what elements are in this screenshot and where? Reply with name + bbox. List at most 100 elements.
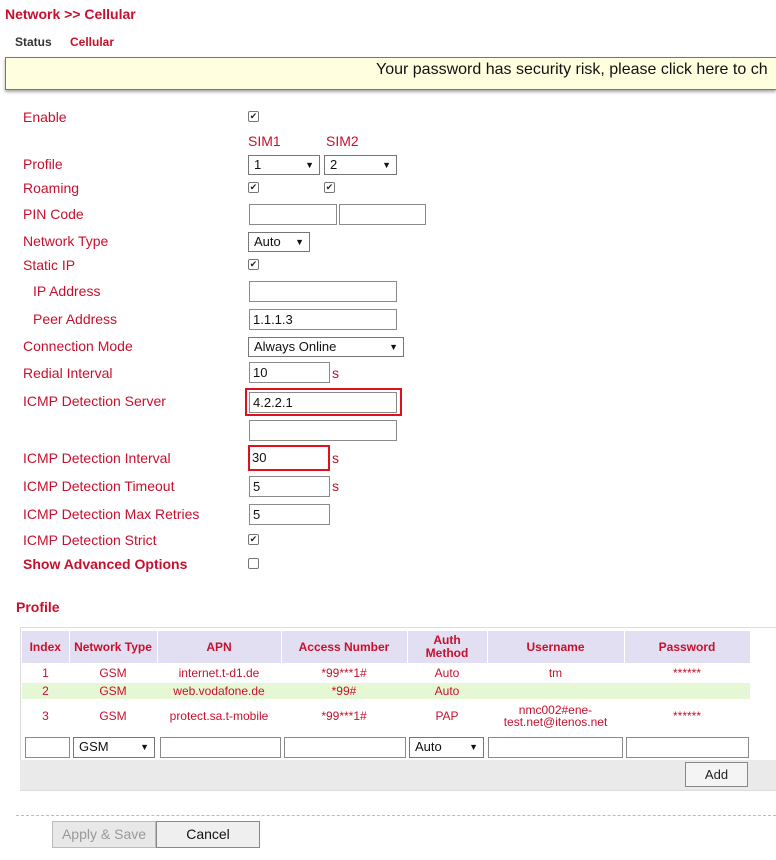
table-cell: 2 <box>22 683 69 699</box>
chevron-down-icon: ▼ <box>389 342 398 352</box>
icmp-strict-label: ICMP Detection Strict <box>23 532 157 548</box>
table-cell <box>487 683 624 699</box>
table-cell: 1 <box>42 666 49 680</box>
table-cell: *99# <box>281 683 407 699</box>
profile-section-title: Profile <box>16 599 60 615</box>
icmp-interval-input[interactable]: 30 <box>251 448 327 468</box>
table-cell: *99***1# <box>321 666 367 680</box>
new-access-number-input[interactable] <box>284 737 406 758</box>
ip-address-input[interactable] <box>249 281 397 302</box>
sim1-header: SIM1 <box>248 133 281 149</box>
table-cell: ****** <box>672 709 702 723</box>
pin-code-label: PIN Code <box>23 206 84 222</box>
profile-table: Index Network Type APN Access Number Aut… <box>22 631 751 733</box>
new-auth-method-select[interactable]: Auto ▼ <box>409 737 484 758</box>
table-cell: PAP <box>435 709 459 723</box>
security-warning-banner[interactable]: Your password has security risk, please … <box>5 57 776 90</box>
banner-text: Your password has security risk, please … <box>376 61 768 78</box>
pin-code-sim2-input[interactable] <box>339 204 426 225</box>
breadcrumb: Network >> Cellular <box>5 6 136 22</box>
static-ip-label: Static IP <box>23 257 76 273</box>
enable-label: Enable <box>23 109 67 125</box>
ip-address-label: IP Address <box>33 283 101 299</box>
table-cell: web.vodafone.de <box>157 683 281 699</box>
table-row[interactable]: 2 GSM web.vodafone.de *99# Auto <box>22 683 750 699</box>
icmp-retries-input[interactable]: 5 <box>249 504 330 525</box>
column-header: Auth Method <box>407 631 488 663</box>
table-footer-bar <box>20 760 776 790</box>
cancel-button[interactable]: Cancel <box>156 821 260 848</box>
roaming-sim1-checkbox[interactable]: ✔ <box>248 182 259 193</box>
table-row[interactable]: 1 GSM internet.t-d1.de *99***1# Auto tm … <box>22 663 750 683</box>
new-apn-input[interactable] <box>160 737 281 758</box>
connection-mode-value: Always Online <box>254 339 337 354</box>
table-cell: internet.t-d1.de <box>178 666 260 680</box>
table-cell: *99***1# <box>321 709 367 723</box>
profile-sim1-value: 1 <box>254 157 262 172</box>
show-advanced-checkbox[interactable] <box>248 558 259 569</box>
table-row[interactable]: 3 GSM protect.sa.t-mobile *99***1# PAP n… <box>22 699 750 733</box>
profile-sim1-select[interactable]: 1 ▼ <box>248 155 320 175</box>
table-header-row: Index Network Type APN Access Number Aut… <box>22 631 751 663</box>
icmp-server-secondary-input[interactable] <box>249 420 397 441</box>
pin-code-sim1-input[interactable] <box>249 204 337 225</box>
redial-interval-label: Redial Interval <box>23 365 113 381</box>
chevron-down-icon: ▼ <box>140 742 149 752</box>
icmp-server-label: ICMP Detection Server <box>23 393 166 409</box>
sim2-header: SIM2 <box>326 133 359 149</box>
table-cell: GSM <box>99 709 127 723</box>
connection-mode-select[interactable]: Always Online ▼ <box>248 337 404 357</box>
icmp-timeout-label: ICMP Detection Timeout <box>23 478 175 494</box>
divider <box>16 815 776 816</box>
redial-interval-unit: s <box>332 365 339 381</box>
chevron-down-icon: ▼ <box>295 237 304 247</box>
redial-interval-input[interactable]: 10 <box>249 362 330 383</box>
column-header: Username <box>487 631 625 663</box>
connection-mode-label: Connection Mode <box>23 338 133 354</box>
column-header: Network Type <box>69 631 158 663</box>
icmp-interval-unit: s <box>332 450 339 466</box>
column-header: Password <box>624 631 751 663</box>
icmp-timeout-input[interactable]: 5 <box>249 476 330 497</box>
profile-sim2-value: 2 <box>330 157 338 172</box>
network-type-select[interactable]: Auto ▼ <box>248 232 310 252</box>
new-index-input[interactable] <box>25 737 70 758</box>
static-ip-checkbox[interactable]: ✔ <box>248 259 259 270</box>
icmp-server-input[interactable]: 4.2.2.1 <box>249 392 397 413</box>
new-network-type-value: GSM <box>79 739 109 754</box>
table-cell: tm <box>548 666 563 680</box>
table-cell: nmc002#ene-test.net@itenos.net <box>503 703 608 729</box>
column-header: Access Number <box>281 631 408 663</box>
profile-label: Profile <box>23 156 63 172</box>
column-header: Index <box>22 631 70 663</box>
add-profile-button[interactable]: Add <box>685 762 748 787</box>
table-cell: GSM <box>99 666 127 680</box>
apply-save-button[interactable]: Apply & Save <box>52 821 156 848</box>
table-cell: Auto <box>407 683 487 699</box>
table-cell: Auto <box>434 666 460 680</box>
icmp-retries-label: ICMP Detection Max Retries <box>23 506 200 522</box>
peer-address-label: Peer Address <box>33 311 118 327</box>
table-cell: 3 <box>42 709 49 723</box>
profile-sim2-select[interactable]: 2 ▼ <box>324 155 397 175</box>
icmp-strict-checkbox[interactable]: ✔ <box>248 534 259 545</box>
icmp-timeout-unit: s <box>332 478 339 494</box>
chevron-down-icon: ▼ <box>305 160 314 170</box>
new-password-input[interactable] <box>626 737 749 758</box>
network-type-label: Network Type <box>23 233 109 249</box>
roaming-label: Roaming <box>23 180 80 196</box>
new-username-input[interactable] <box>488 737 623 758</box>
table-cell: ****** <box>672 666 702 680</box>
show-advanced-label: Show Advanced Options <box>23 556 188 572</box>
tab-status[interactable]: Status <box>15 35 52 49</box>
chevron-down-icon: ▼ <box>469 742 478 752</box>
new-network-type-select[interactable]: GSM ▼ <box>73 737 155 758</box>
peer-address-input[interactable]: 1.1.1.3 <box>249 309 397 330</box>
network-type-value: Auto <box>254 234 281 249</box>
enable-checkbox[interactable]: ✔ <box>248 111 259 122</box>
icmp-interval-label: ICMP Detection Interval <box>23 450 171 466</box>
new-auth-method-value: Auto <box>415 739 442 754</box>
tab-cellular[interactable]: Cellular <box>70 35 114 49</box>
roaming-sim2-checkbox[interactable]: ✔ <box>324 182 335 193</box>
table-cell: protect.sa.t-mobile <box>169 709 269 723</box>
